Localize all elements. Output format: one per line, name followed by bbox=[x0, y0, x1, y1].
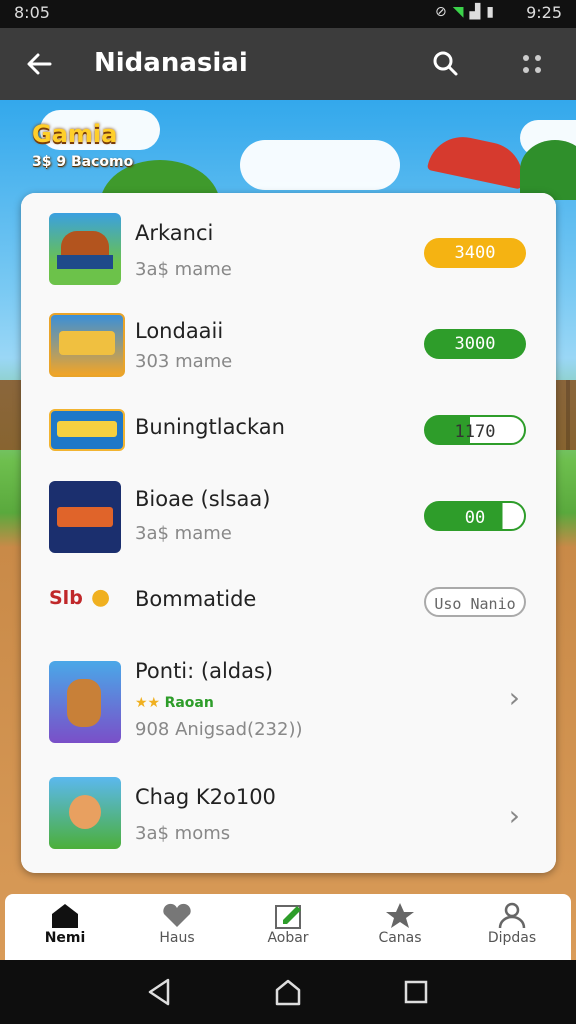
game-thumbnail bbox=[49, 661, 121, 743]
list-item[interactable]: Londaaii 303 mame 3000 bbox=[21, 301, 556, 392]
star-icon: ★★ bbox=[135, 695, 161, 711]
list-item[interactable]: Buningtlackan 1170 bbox=[21, 391, 556, 470]
game-thumbnail bbox=[49, 313, 125, 377]
game-list-card: Arkanci 3a$ mame 3400 Londaaii 303 mame … bbox=[21, 193, 556, 873]
nav-item-aobar[interactable]: Aobar bbox=[243, 900, 333, 956]
score-badge[interactable]: 3000 bbox=[424, 329, 526, 359]
person-icon bbox=[498, 902, 526, 929]
game-title: Bommatide bbox=[135, 587, 257, 611]
list-item[interactable]: Slb ● Bommatide Uso Nanio bbox=[21, 563, 556, 640]
search-icon bbox=[433, 51, 458, 76]
list-item[interactable]: Chag K2o100 3a$ moms › bbox=[21, 761, 556, 873]
chevron-right-icon[interactable]: › bbox=[509, 681, 520, 714]
list-item[interactable]: Ponti: (aldas) ★★ Raoan 908 Anigsad(232)… bbox=[21, 639, 556, 762]
no-sim-icon: ⊘ bbox=[434, 4, 447, 20]
status-clock: 9:25 bbox=[526, 3, 562, 22]
rating-row: ★★ Raoan bbox=[135, 695, 214, 711]
status-time: 8:05 bbox=[14, 3, 50, 22]
score-badge[interactable]: 3400 bbox=[424, 238, 526, 268]
nav-item-home[interactable]: Nemi bbox=[20, 900, 110, 956]
game-title: Bioae (slsaa) bbox=[135, 487, 271, 511]
game-subtitle: 3a$ moms bbox=[135, 823, 231, 844]
signal-icon: ▟ bbox=[469, 4, 481, 20]
arrow-left-icon bbox=[27, 53, 52, 75]
system-back-button[interactable] bbox=[144, 976, 176, 1008]
nav-label: Nemi bbox=[44, 930, 86, 946]
game-title: Ponti: (aldas) bbox=[135, 659, 274, 683]
game-title: Londaaii bbox=[135, 319, 224, 343]
battery-icon: ▮ bbox=[486, 4, 494, 20]
game-thumbnail bbox=[49, 481, 121, 553]
umbrella-decoration bbox=[426, 130, 530, 190]
nav-item-haus[interactable]: Haus bbox=[132, 900, 222, 956]
chevron-right-icon[interactable]: › bbox=[509, 799, 520, 832]
game-prefix-label: Slb bbox=[49, 587, 83, 609]
nav-label: Canas bbox=[378, 930, 422, 946]
game-title: Arkanci bbox=[135, 221, 214, 245]
game-subtitle: 3a$ mame bbox=[135, 259, 232, 280]
nav-item-dipdas[interactable]: Dipdas bbox=[467, 900, 557, 956]
game-subtitle: 908 Anigsad(232)) bbox=[135, 719, 303, 740]
score-badge[interactable]: 1170 bbox=[424, 415, 526, 445]
system-home-button[interactable] bbox=[272, 976, 304, 1008]
nav-label: Dipdas bbox=[487, 930, 537, 946]
game-thumbnail bbox=[49, 409, 125, 451]
score-badge[interactable]: 00 bbox=[424, 501, 526, 531]
home-outline-icon bbox=[275, 979, 301, 1006]
square-recents-icon bbox=[404, 980, 428, 1004]
game-title: Chag K2o100 bbox=[135, 785, 276, 809]
more-options-button[interactable] bbox=[514, 46, 550, 82]
list-item[interactable]: Arkanci 3a$ mame 3400 bbox=[21, 193, 556, 302]
game-thumbnail bbox=[49, 777, 121, 849]
system-recents-button[interactable] bbox=[400, 976, 432, 1008]
nav-item-canas[interactable]: Canas bbox=[355, 900, 445, 956]
game-logo-subtitle: 3$ 9 Bacomo bbox=[32, 154, 134, 170]
nav-label: Aobar bbox=[267, 930, 309, 946]
action-badge[interactable]: Uso Nanio bbox=[424, 587, 526, 617]
app-title: Nidanasiai bbox=[94, 48, 248, 78]
game-logo: Gamia bbox=[32, 120, 118, 148]
search-button[interactable] bbox=[428, 46, 464, 82]
game-title: Buningtlackan bbox=[135, 415, 285, 439]
game-subtitle: 303 mame bbox=[135, 351, 233, 372]
triangle-back-icon bbox=[148, 978, 170, 1006]
star-icon bbox=[386, 903, 414, 928]
rating-text: Raoan bbox=[164, 695, 214, 711]
palm-tree-decoration bbox=[520, 140, 576, 200]
emoji-icon: ● bbox=[91, 585, 111, 610]
status-icons: ⊘ ◥ ▟ ▮ bbox=[435, 4, 494, 20]
wifi-icon: ◥ bbox=[452, 4, 464, 20]
grid-dots-icon bbox=[523, 55, 541, 73]
home-icon bbox=[52, 904, 78, 928]
bottom-navigation: Nemi Haus Aobar Canas Dipdas bbox=[5, 894, 571, 960]
list-item[interactable]: Bioae (slsaa) 3a$ mame 00 bbox=[21, 469, 556, 564]
cloud-decoration bbox=[240, 140, 400, 190]
nav-label: Haus bbox=[159, 930, 195, 946]
game-thumbnail bbox=[49, 213, 121, 285]
heart-icon bbox=[163, 903, 191, 927]
back-button[interactable] bbox=[22, 46, 58, 82]
app-bar: Nidanasiai bbox=[0, 28, 576, 100]
system-navigation-bar bbox=[0, 960, 576, 1024]
status-bar: 8:05 ⊘ ◥ ▟ ▮ 9:25 bbox=[0, 0, 576, 28]
edit-icon bbox=[275, 905, 301, 929]
game-subtitle: 3a$ mame bbox=[135, 523, 232, 544]
